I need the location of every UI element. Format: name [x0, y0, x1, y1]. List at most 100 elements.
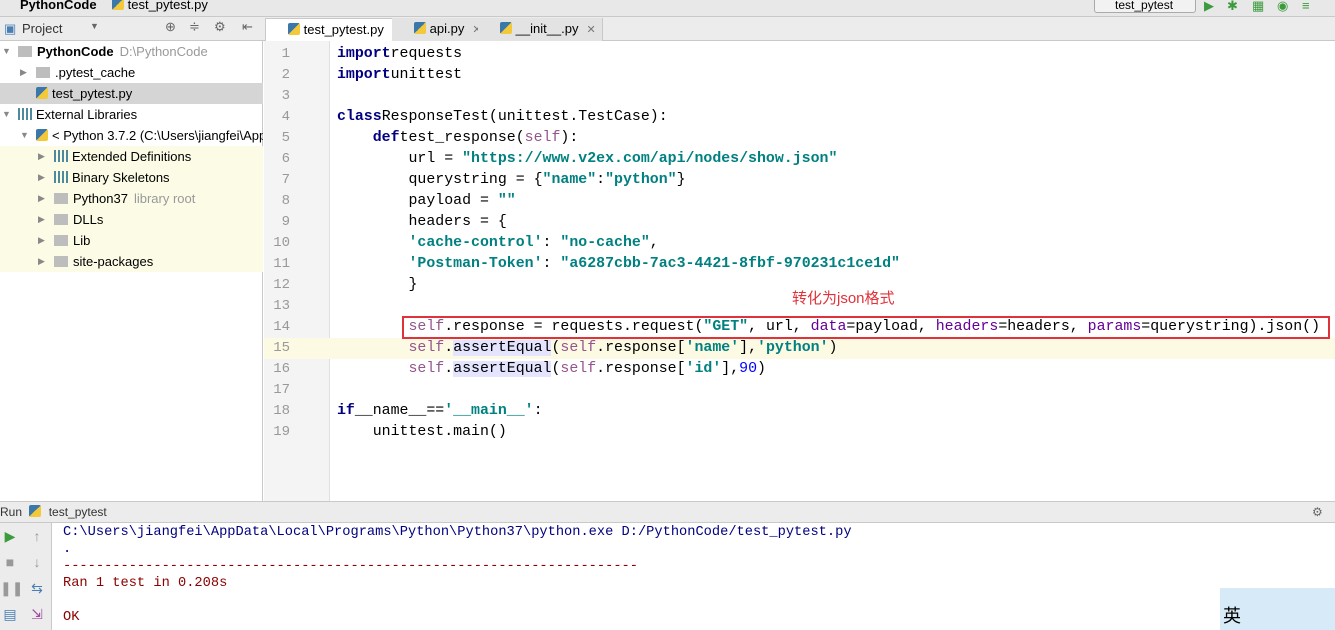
code-token: "no-cache" — [560, 235, 650, 251]
expanded-arrow-icon[interactable]: ▼ — [2, 104, 11, 125]
code-token: import — [337, 67, 391, 83]
tree-item[interactable]: ▶ Extended Definitions — [0, 146, 263, 167]
code-line[interactable]: deftest_response(self): — [337, 128, 579, 149]
up-arrow-icon[interactable]: ↑ — [27, 528, 47, 544]
code-token: . — [444, 340, 454, 356]
expanded-arrow-icon[interactable]: ▼ — [20, 125, 29, 146]
collapsed-arrow-icon[interactable]: ▶ — [38, 209, 45, 230]
tree-item-label: test_pytest.py — [52, 86, 133, 101]
locate-icon[interactable]: ⊕ — [165, 19, 176, 35]
code-line[interactable]: 'cache-control': "no-cache", — [337, 233, 659, 254]
code-line[interactable]: } — [337, 275, 417, 296]
code-token: class — [337, 109, 382, 125]
run-panel-header: Run test_pytest ⚙ — [0, 501, 1335, 523]
tree-item-label: site-packages — [73, 254, 154, 269]
run-config-dropdown[interactable]: test_pytest — [1094, 0, 1196, 13]
code-token: : — [542, 256, 561, 272]
line-number: 14 — [273, 319, 290, 335]
console-line: Ran 1 test in 0.208s — [63, 576, 228, 591]
line-number: 13 — [273, 298, 290, 314]
breadcrumb-file-label: test_pytest.py — [127, 0, 208, 12]
tree-item[interactable]: ▶ Python37 library root — [0, 188, 263, 209]
collapsed-arrow-icon[interactable]: ▶ — [38, 167, 45, 188]
tree-item[interactable]: ▶ Lib — [0, 230, 263, 251]
tree-item[interactable]: ▼ External Libraries — [0, 104, 263, 125]
project-dropdown[interactable]: Project — [22, 21, 62, 36]
debug-icon[interactable]: ✱ — [1227, 0, 1238, 14]
code-token: 'name' — [685, 340, 740, 356]
tree-item[interactable]: test_pytest.py — [0, 83, 263, 104]
layout-icon[interactable]: ▤ — [0, 606, 20, 623]
concurrency-icon[interactable]: ≡ — [1302, 0, 1310, 13]
rerun-icon[interactable]: ▶ — [0, 528, 20, 545]
code-line[interactable]: classResponseTest(unittest.TestCase): — [337, 107, 668, 128]
stop-icon[interactable]: ■ — [0, 554, 20, 570]
code-token: headers = { — [337, 214, 507, 230]
collapsed-arrow-icon[interactable]: ▶ — [38, 251, 45, 272]
scroll-to-end-icon[interactable]: ⇲ — [27, 606, 47, 623]
code-token: assertEqual — [453, 361, 552, 377]
tree-item[interactable]: ▶ Binary Skeletons — [0, 167, 263, 188]
collapse-icon[interactable]: ≑ — [189, 19, 200, 35]
run-icon[interactable]: ▶ — [1204, 0, 1214, 14]
tab-test-pytest[interactable]: test_pytest.py✕ — [265, 18, 409, 41]
code-line[interactable]: 'Postman-Token': "a6287cbb-7ac3-4421-8fb… — [337, 254, 900, 275]
soft-wrap-icon[interactable]: ⇆ — [27, 580, 47, 597]
tree-item-label: < Python 3.7.2 (C:\Users\jiangfei\AppDat… — [52, 128, 263, 143]
code-token: ): — [560, 130, 579, 146]
gear-icon[interactable]: ⚙ — [1312, 502, 1323, 522]
down-arrow-icon[interactable]: ↓ — [27, 554, 47, 570]
breadcrumb-file[interactable]: test_pytest.py — [112, 0, 208, 12]
project-tree: ▼ PythonCode D:\PythonCode ▶ .pytest_cachete… — [0, 41, 263, 501]
code-token: querystring = { — [337, 172, 543, 188]
tree-item-label: Lib — [73, 233, 91, 248]
tab-init[interactable]: __init__.py ✕ — [478, 18, 603, 41]
code-line[interactable]: payload = "" — [337, 191, 515, 212]
run-label: Run — [0, 505, 23, 519]
tab-api[interactable]: api.py ✕ — [392, 18, 489, 41]
collapsed-arrow-icon[interactable]: ▶ — [38, 146, 45, 167]
gear-icon[interactable]: ⚙ — [214, 19, 226, 35]
collapsed-arrow-icon[interactable]: ▶ — [38, 230, 45, 251]
collapsed-arrow-icon[interactable]: ▶ — [38, 188, 45, 209]
code-token: : — [533, 403, 543, 419]
code-token: 'python' — [757, 340, 829, 356]
tree-item[interactable]: ▼ < Python 3.7.2 (C:\Users\jiangfei\AppDa… — [0, 125, 263, 146]
breadcrumb-project[interactable]: PythonCode — [20, 0, 97, 12]
chevron-down-icon[interactable]: ▼ — [90, 21, 99, 31]
code-line[interactable]: url = "https://www.v2ex.com/api/nodes/sh… — [337, 149, 837, 170]
expanded-arrow-icon[interactable]: ▼ — [2, 41, 11, 62]
python-icon — [29, 505, 42, 517]
code-token: .response[ — [596, 340, 686, 356]
run-config-tab[interactable]: test_pytest — [49, 505, 107, 519]
hide-icon[interactable]: ⇤ — [242, 19, 253, 35]
code-line[interactable]: importrequests — [337, 44, 462, 65]
code-line[interactable]: if__name__=='__main__': — [337, 401, 543, 422]
code-token: def — [372, 130, 400, 146]
code-line[interactable]: importunittest — [337, 65, 462, 86]
code-line[interactable]: self.assertEqual(self.response['name'],'… — [337, 338, 837, 359]
code-token: , — [649, 235, 659, 251]
tree-item[interactable]: ▼ PythonCode D:\PythonCode — [0, 41, 263, 62]
tree-item-hint: D:\PythonCode — [119, 44, 208, 59]
code-line[interactable]: self.assertEqual(self.response['id'],90) — [337, 359, 766, 380]
tree-item[interactable]: ▶ site-packages — [0, 251, 263, 272]
tree-item[interactable]: ▶ DLLs — [0, 209, 263, 230]
code-token: 'cache-control' — [408, 235, 543, 251]
pause-icon[interactable]: ❚❚ — [0, 580, 23, 597]
code-line[interactable]: headers = { — [337, 212, 507, 233]
line-number: 3 — [281, 88, 290, 104]
library-icon — [18, 108, 32, 120]
console-line: C:\Users\jiangfei\AppData\Local\Programs… — [63, 525, 852, 540]
project-panel-header: ▣ Project ▼ ⊕ ≑ ⚙ ⇤ — [0, 17, 263, 41]
tree-item[interactable]: ▶ .pytest_cache — [0, 62, 263, 83]
collapsed-arrow-icon[interactable]: ▶ — [20, 62, 27, 83]
profile-icon[interactable]: ◉ — [1277, 0, 1288, 14]
code-line[interactable]: unittest.main() — [337, 422, 507, 443]
coverage-icon[interactable]: ▦ — [1252, 0, 1264, 14]
code-line[interactable]: self.response = requests.request("GET", … — [337, 317, 1321, 338]
python-file-icon — [288, 23, 300, 35]
code-token: : — [596, 172, 606, 188]
code-line[interactable]: querystring = {"name":"python"} — [337, 170, 685, 191]
close-icon[interactable]: ✕ — [587, 24, 596, 36]
